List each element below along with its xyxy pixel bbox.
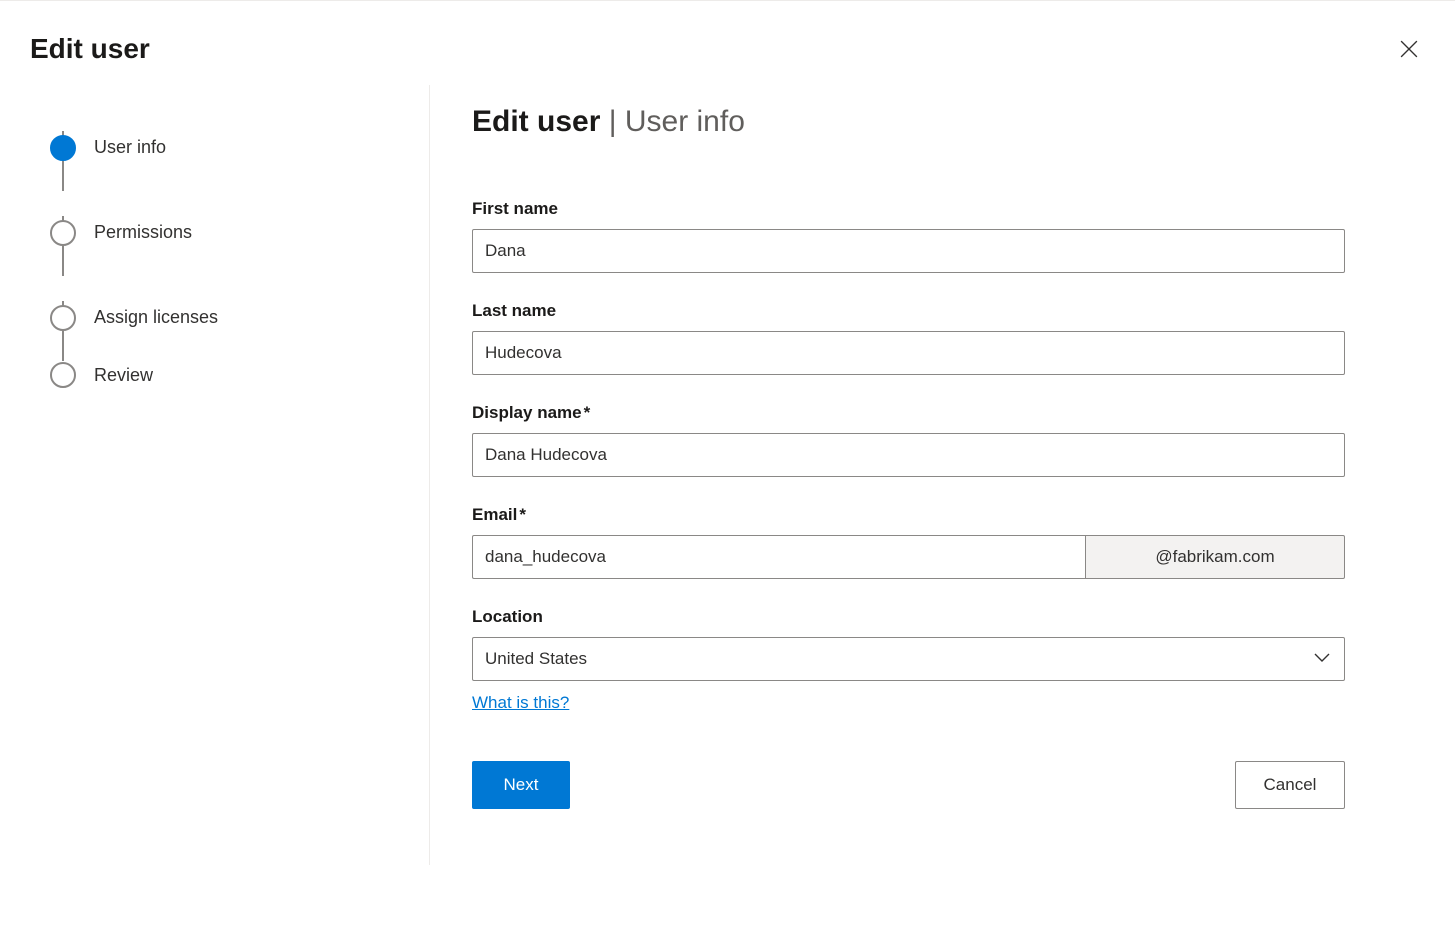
close-button[interactable] xyxy=(1393,33,1425,65)
section-title-bold: Edit user xyxy=(472,105,609,138)
last-name-label: Last name xyxy=(472,301,1345,321)
step-user-info[interactable]: User info xyxy=(50,105,429,190)
step-label: Assign licenses xyxy=(94,307,218,328)
step-circle-icon xyxy=(50,135,76,161)
section-title-separator: | xyxy=(609,105,625,138)
form-main: Edit user | User info First name Last na… xyxy=(430,85,1455,865)
step-circle-icon xyxy=(50,362,76,388)
location-label: Location xyxy=(472,607,1345,627)
required-asterisk: * xyxy=(584,403,591,422)
step-circle-icon xyxy=(50,305,76,331)
section-title-light: User info xyxy=(625,105,745,138)
required-asterisk: * xyxy=(519,505,526,524)
step-circle-icon xyxy=(50,220,76,246)
email-label: Email* xyxy=(472,505,1345,525)
step-permissions[interactable]: Permissions xyxy=(50,190,429,275)
panel-title: Edit user xyxy=(30,33,150,65)
display-name-input[interactable] xyxy=(472,433,1345,477)
close-icon xyxy=(1400,40,1418,58)
location-help-link[interactable]: What is this? xyxy=(472,693,569,713)
step-assign-licenses[interactable]: Assign licenses xyxy=(50,275,429,360)
section-heading: Edit user | User info xyxy=(472,105,1345,139)
first-name-input[interactable] xyxy=(472,229,1345,273)
email-label-text: Email xyxy=(472,505,517,524)
step-review[interactable]: Review xyxy=(50,360,429,390)
step-label: User info xyxy=(94,137,166,158)
display-name-label: Display name* xyxy=(472,403,1345,423)
email-domain-suffix: @fabrikam.com xyxy=(1085,535,1345,579)
display-name-label-text: Display name xyxy=(472,403,582,422)
step-label: Review xyxy=(94,365,153,386)
cancel-button[interactable]: Cancel xyxy=(1235,761,1345,809)
location-select-value: United States xyxy=(485,649,587,669)
last-name-input[interactable] xyxy=(472,331,1345,375)
step-label: Permissions xyxy=(94,222,192,243)
location-select[interactable]: United States xyxy=(472,637,1345,681)
next-button[interactable]: Next xyxy=(472,761,570,809)
wizard-stepper: User info Permissions Assign licenses Re… xyxy=(50,85,430,865)
first-name-label: First name xyxy=(472,199,1345,219)
email-input[interactable] xyxy=(472,535,1085,579)
